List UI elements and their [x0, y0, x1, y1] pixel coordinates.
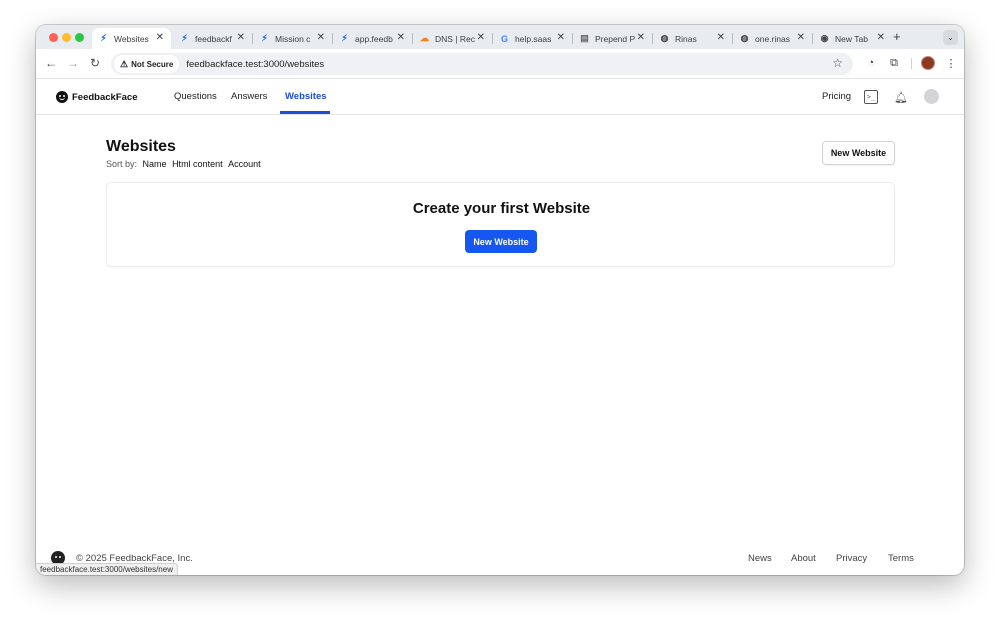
- empty-state-title: Create your first Website: [412, 200, 591, 217]
- back-icon[interactable]: ←: [45, 56, 57, 70]
- sort-by-html-content[interactable]: Html content: [172, 159, 223, 169]
- sort-by-name[interactable]: Name: [143, 159, 167, 169]
- profile-avatar[interactable]: [921, 56, 935, 70]
- chrome-icon: ◉: [820, 33, 829, 43]
- url-text: feedbackface.test:3000/websites: [186, 58, 325, 70]
- security-badge[interactable]: ⚠︎ Not Secure: [114, 55, 180, 73]
- address-bar[interactable]: ⚠︎ Not Secure feedbackface.test:3000/web…: [111, 53, 853, 75]
- close-tab-icon[interactable]: ✕: [637, 32, 645, 43]
- browser-tab[interactable]: ◉ New Tab ✕: [813, 28, 892, 49]
- tab-title: Mission c: [275, 33, 311, 44]
- warning-icon: ⚠︎: [120, 58, 129, 69]
- status-bar-url: feedbackface.test:3000/websites/new: [36, 563, 178, 575]
- browser-tab[interactable]: ◍ one.rinas ✕: [733, 28, 812, 49]
- window-maximize-button[interactable]: [75, 33, 84, 42]
- bell-icon[interactable]: 🔔︎: [894, 90, 908, 104]
- tab-title: one.rinas: [755, 33, 790, 44]
- reload-icon[interactable]: ↻: [90, 56, 100, 70]
- toolbar-divider: [911, 58, 912, 69]
- footer-link-privacy[interactable]: Privacy: [836, 553, 867, 564]
- page-title: Websites: [106, 138, 176, 155]
- browser-tab[interactable]: ⚡︎ Mission c ✕: [253, 28, 332, 49]
- globe-icon: ◍: [740, 33, 749, 43]
- create-website-button[interactable]: New Website: [465, 230, 537, 253]
- tab-title: Websites: [114, 33, 149, 44]
- browser-tab[interactable]: ⚡︎ Websites ✕: [92, 28, 171, 49]
- sort-by-account[interactable]: Account: [228, 159, 261, 169]
- google-icon: G: [500, 33, 508, 44]
- app-navbar: FeedbackFace Questions Answers Websites …: [36, 80, 964, 115]
- nav-questions[interactable]: Questions: [174, 91, 217, 102]
- browser-tab[interactable]: G help.saas ✕: [493, 28, 572, 49]
- globe-icon: ◍: [660, 33, 669, 43]
- browser-window: ⚡︎ Websites ✕ ⚡︎ feedbackf ✕ ⚡︎ Mission …: [36, 25, 964, 575]
- brand-link[interactable]: FeedbackFace: [56, 91, 137, 103]
- cloud-icon: ☁︎: [420, 33, 429, 43]
- close-tab-icon[interactable]: ✕: [156, 32, 164, 43]
- window-minimize-button[interactable]: [62, 33, 71, 42]
- close-tab-icon[interactable]: ✕: [717, 32, 725, 43]
- user-avatar-icon[interactable]: [924, 89, 939, 104]
- tab-title: Prepend P: [595, 33, 636, 44]
- brand-name: FeedbackFace: [72, 91, 138, 103]
- footer-link-news[interactable]: News: [748, 553, 772, 564]
- sort-label: Sort by:: [106, 159, 138, 169]
- new-website-button[interactable]: New Website: [822, 141, 895, 165]
- browser-tab[interactable]: ⚡︎ app.feedb ✕: [333, 28, 412, 49]
- tab-strip: ⚡︎ Websites ✕ ⚡︎ feedbackf ✕ ⚡︎ Mission …: [36, 25, 964, 49]
- tab-search-button[interactable]: ⌄: [943, 30, 958, 45]
- nav-pricing[interactable]: Pricing: [822, 91, 851, 102]
- browser-tab[interactable]: ⚡︎ feedbackf ✕: [173, 28, 252, 49]
- close-tab-icon[interactable]: ✕: [477, 32, 485, 43]
- tab-title: app.feedb: [355, 33, 393, 44]
- bolt-icon: ⚡︎: [100, 33, 107, 43]
- menu-kebab-icon[interactable]: ⋮: [944, 56, 958, 70]
- puzzle-extensions-icon[interactable]: ⧉: [887, 56, 901, 70]
- footer-link-terms[interactable]: Terms: [888, 553, 914, 564]
- tab-title: help.saas: [515, 33, 552, 44]
- active-nav-indicator: [280, 111, 330, 114]
- close-tab-icon[interactable]: ✕: [877, 32, 885, 43]
- browser-tab[interactable]: ▤ Prepend P ✕: [573, 28, 652, 49]
- bolt-icon: ⚡︎: [181, 33, 188, 43]
- close-tab-icon[interactable]: ✕: [317, 32, 325, 43]
- close-tab-icon[interactable]: ✕: [397, 32, 405, 43]
- close-tab-icon[interactable]: ✕: [237, 32, 245, 43]
- browser-tab[interactable]: ☁︎ DNS | Rec ✕: [413, 28, 492, 49]
- browser-toolbar: ← → ↻ ⚠︎ Not Secure feedbackface.test:30…: [36, 49, 964, 79]
- tab-title: feedbackf: [195, 33, 232, 44]
- tab-title: Rinas: [675, 33, 697, 44]
- smiley-logo-icon: [56, 91, 68, 103]
- empty-state-card: Create your first Website New Website: [106, 182, 895, 267]
- tab-title: New Tab: [835, 33, 868, 44]
- bookmark-star-icon[interactable]: ☆: [832, 56, 843, 70]
- tab-title: DNS | Rec: [435, 33, 475, 44]
- book-icon: ▤: [580, 33, 589, 43]
- security-badge-label: Not Secure: [131, 59, 174, 69]
- nav-websites[interactable]: Websites: [285, 91, 327, 102]
- extension-icon[interactable]: ◔: [864, 56, 878, 70]
- nav-answers[interactable]: Answers: [231, 91, 267, 102]
- window-close-button[interactable]: [49, 33, 58, 42]
- new-tab-button[interactable]: +: [893, 29, 901, 44]
- forward-icon[interactable]: →: [67, 56, 79, 70]
- close-tab-icon[interactable]: ✕: [797, 32, 805, 43]
- footer-link-about[interactable]: About: [791, 553, 816, 564]
- browser-tab[interactable]: ◍ Rinas ✕: [653, 28, 732, 49]
- close-tab-icon[interactable]: ✕: [557, 32, 565, 43]
- bolt-icon: ⚡︎: [341, 33, 348, 43]
- terminal-icon[interactable]: >_: [864, 90, 878, 104]
- bolt-icon: ⚡︎: [261, 33, 268, 43]
- sort-bar: Sort by: Name Html content Account: [106, 159, 261, 169]
